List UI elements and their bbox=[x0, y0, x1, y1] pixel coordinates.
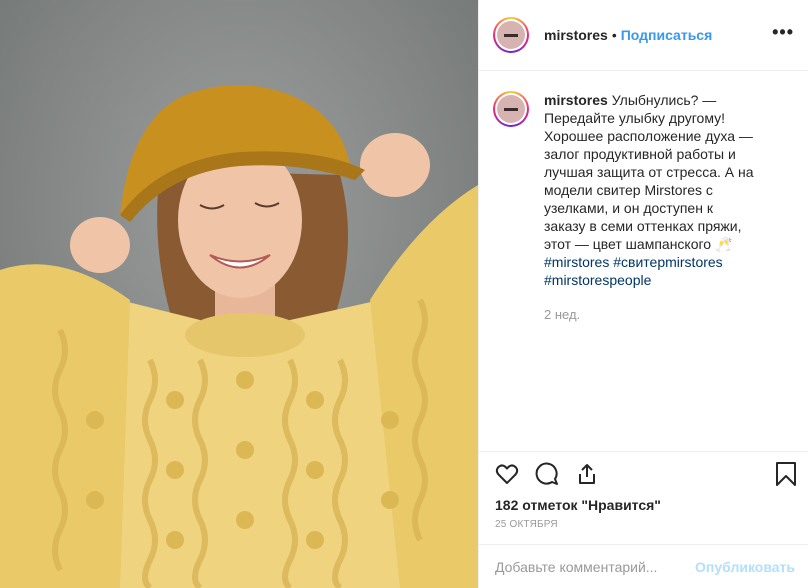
comment-form: Добавьте комментарий... Опубликовать bbox=[479, 544, 808, 588]
bookmark-icon[interactable] bbox=[775, 462, 797, 491]
caption-text: Улыбнулись? — Передайте улыбку другому! … bbox=[544, 92, 754, 252]
post-panel: mirstores • Подписаться ••• mirstores Ул… bbox=[478, 0, 808, 588]
caption: mirstores Улыбнулись? — Передайте улыбку… bbox=[479, 71, 808, 324]
avatar[interactable] bbox=[493, 17, 529, 53]
action-bar: 182 отметок "Нравится" bbox=[479, 451, 808, 522]
post-photo[interactable] bbox=[0, 0, 478, 588]
heart-icon[interactable] bbox=[495, 462, 519, 491]
photo-illustration bbox=[0, 0, 478, 588]
likes-count[interactable]: 182 отметок "Нравится" bbox=[495, 497, 661, 513]
comment-icon[interactable] bbox=[535, 462, 559, 491]
caption-avatar[interactable] bbox=[493, 91, 529, 127]
follow-button[interactable]: Подписаться bbox=[621, 27, 713, 43]
post-date: 25 ОКТЯБРЯ bbox=[495, 519, 558, 530]
caption-username[interactable]: mirstores bbox=[544, 92, 608, 108]
hashtag-link[interactable]: #mirstores bbox=[544, 254, 609, 270]
hashtag-link[interactable]: #mirstorespeople bbox=[544, 272, 651, 288]
share-icon[interactable] bbox=[575, 462, 599, 491]
post-header: mirstores • Подписаться ••• bbox=[479, 0, 808, 71]
hashtag-link[interactable]: #свитерmirstores bbox=[613, 254, 722, 270]
post-age[interactable]: 2 нед. bbox=[544, 306, 754, 324]
publish-button[interactable]: Опубликовать bbox=[695, 559, 795, 575]
more-options-icon[interactable]: ••• bbox=[772, 22, 794, 43]
separator-dot: • bbox=[611, 27, 617, 43]
comment-input[interactable]: Добавьте комментарий... bbox=[495, 559, 695, 575]
username-link[interactable]: mirstores bbox=[544, 27, 608, 43]
